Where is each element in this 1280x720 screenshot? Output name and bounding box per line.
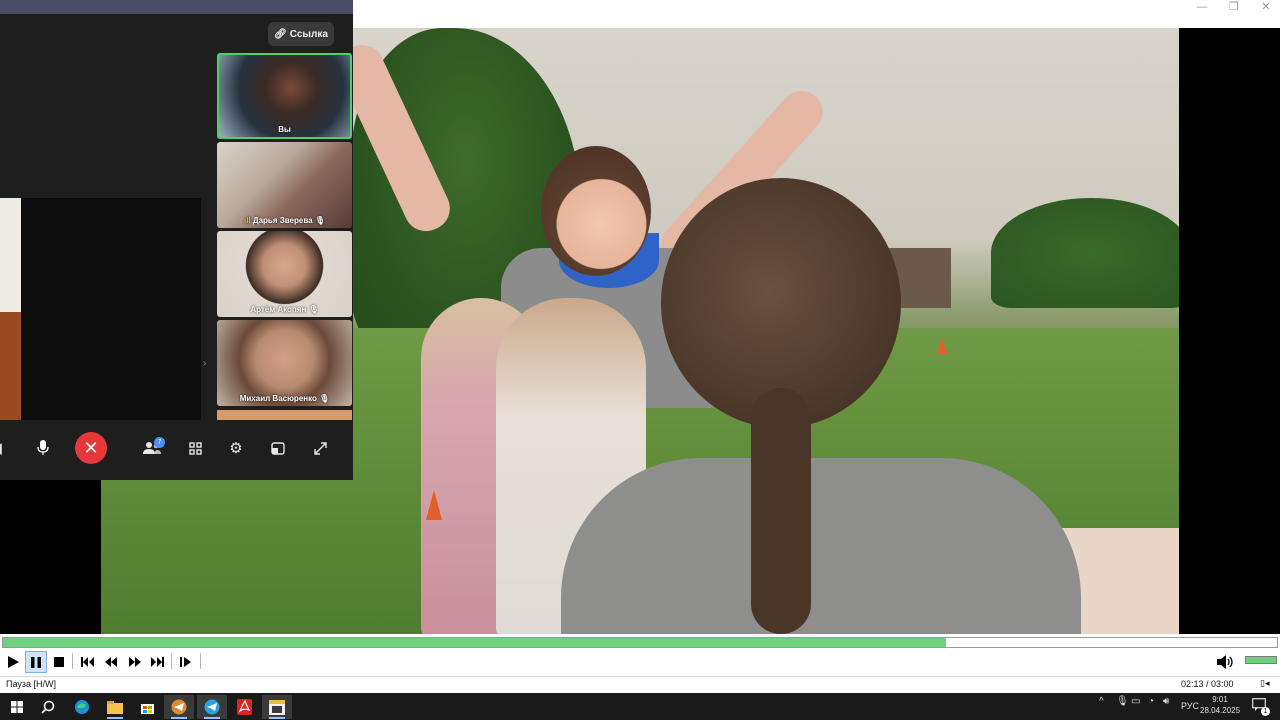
shared-screen-door [0, 312, 21, 420]
volume-icon[interactable] [1215, 651, 1237, 673]
active-indicator [269, 717, 285, 719]
participant-name-row: ıll Дарья Зверева 🎙︎ [217, 216, 352, 225]
volume-slider[interactable] [1245, 656, 1277, 664]
participant-tile-partial[interactable] [217, 410, 352, 420]
scene-braid [751, 388, 811, 634]
participants-icon[interactable] [136, 432, 168, 464]
frame-step-icon[interactable] [175, 651, 197, 673]
stop-icon[interactable] [48, 651, 70, 673]
link-button[interactable]: 🔗︎ Ссылка [268, 22, 334, 46]
notification-count-badge: 1 [1261, 707, 1270, 716]
microphone-icon[interactable]: 🎙︎ [1116, 696, 1129, 707]
edge-browser-icon[interactable] [67, 695, 97, 719]
grid-view-icon[interactable] [179, 432, 211, 464]
next-icon[interactable] [146, 651, 168, 673]
link-icon: 🔗︎ [274, 28, 287, 40]
language-indicator[interactable]: РУС [1181, 701, 1199, 711]
store-icon[interactable] [132, 695, 162, 719]
chevron-right-icon[interactable]: › [203, 358, 206, 369]
end-call-button[interactable]: ✕ [75, 432, 107, 464]
participant-tile[interactable]: ıll Дарья Зверева 🎙︎ [217, 142, 352, 228]
telegram-icon[interactable] [197, 695, 227, 719]
camera-icon[interactable]: ◀ [0, 432, 12, 464]
settings-gear-icon[interactable]: ⚙ [220, 432, 252, 464]
participant-tile-self[interactable]: Вы [217, 53, 352, 139]
media-player-icon[interactable] [262, 695, 292, 719]
previous-icon[interactable] [76, 651, 98, 673]
fullscreen-icon[interactable] [304, 432, 336, 464]
mic-off-icon: 🎙︎ [308, 305, 319, 314]
participant-name-row: Михаил Васюренко 🎙︎ [217, 394, 352, 403]
picture-in-picture-icon[interactable] [262, 432, 294, 464]
clock-date: 28.04.2025 [1200, 706, 1241, 715]
shared-screen[interactable] [0, 198, 201, 420]
scene-tree [991, 198, 1179, 308]
call-topbar [0, 0, 353, 14]
divider [171, 653, 172, 669]
file-explorer-icon[interactable] [100, 695, 130, 719]
time-display: 02:13 / 03:00 [1181, 679, 1234, 689]
status-bar [0, 676, 1280, 693]
rewind-icon[interactable] [100, 651, 122, 673]
participant-name: Дарья Зверева [252, 216, 313, 225]
pause-icon[interactable] [25, 651, 47, 673]
search-icon[interactable] [33, 695, 63, 719]
scene-person-head [541, 146, 651, 276]
telegram-icon[interactable] [164, 695, 194, 719]
play-icon[interactable] [2, 651, 24, 673]
signal-icon: ıll [243, 216, 251, 225]
active-indicator [107, 717, 123, 719]
seek-progress [3, 638, 946, 647]
participant-name: Михаил Васюренко [239, 394, 317, 403]
mic-off-icon: 🎙︎ [319, 394, 330, 403]
divider [200, 653, 201, 669]
active-indicator [171, 717, 187, 719]
close-icon[interactable]: ✕ [1250, 0, 1280, 16]
battery-icon[interactable]: ▭ [1131, 696, 1140, 707]
participant-name: Артём Акопян [250, 305, 307, 314]
network-icon[interactable]: ◔ [1148, 696, 1154, 707]
active-indicator [204, 717, 220, 719]
ratio-icon[interactable]: ▯◂ [1260, 678, 1269, 689]
minimize-icon[interactable]: — [1186, 0, 1218, 16]
scene-person [561, 458, 1081, 634]
volume-icon[interactable]: 🔊︎ [1163, 696, 1169, 707]
clock[interactable]: 9:01 28.04.2025 [1200, 694, 1240, 716]
link-button-label: Ссылка [289, 28, 328, 40]
microphone-icon[interactable] [27, 432, 59, 464]
restore-icon[interactable]: ❐ [1218, 0, 1250, 16]
clock-time: 9:01 [1212, 695, 1228, 704]
participant-tile[interactable]: Артём Акопян 🎙︎ [217, 231, 352, 317]
windows-start-icon[interactable] [2, 695, 32, 719]
mic-off-icon: 🎙︎ [314, 216, 325, 225]
participant-name: Вы [278, 125, 291, 134]
status-text: Пауза [H/W] [6, 679, 57, 689]
player-titlebar [353, 0, 1280, 28]
participants-count-badge: 7 [154, 437, 165, 448]
pdf-reader-icon[interactable] [229, 695, 259, 719]
chevron-up-icon[interactable]: ^ [1099, 696, 1104, 707]
divider [72, 653, 73, 669]
participant-tile[interactable]: Михаил Васюренко 🎙︎ [217, 320, 352, 406]
participant-name-row: Артём Акопян 🎙︎ [217, 305, 352, 314]
fast-forward-icon[interactable] [124, 651, 146, 673]
